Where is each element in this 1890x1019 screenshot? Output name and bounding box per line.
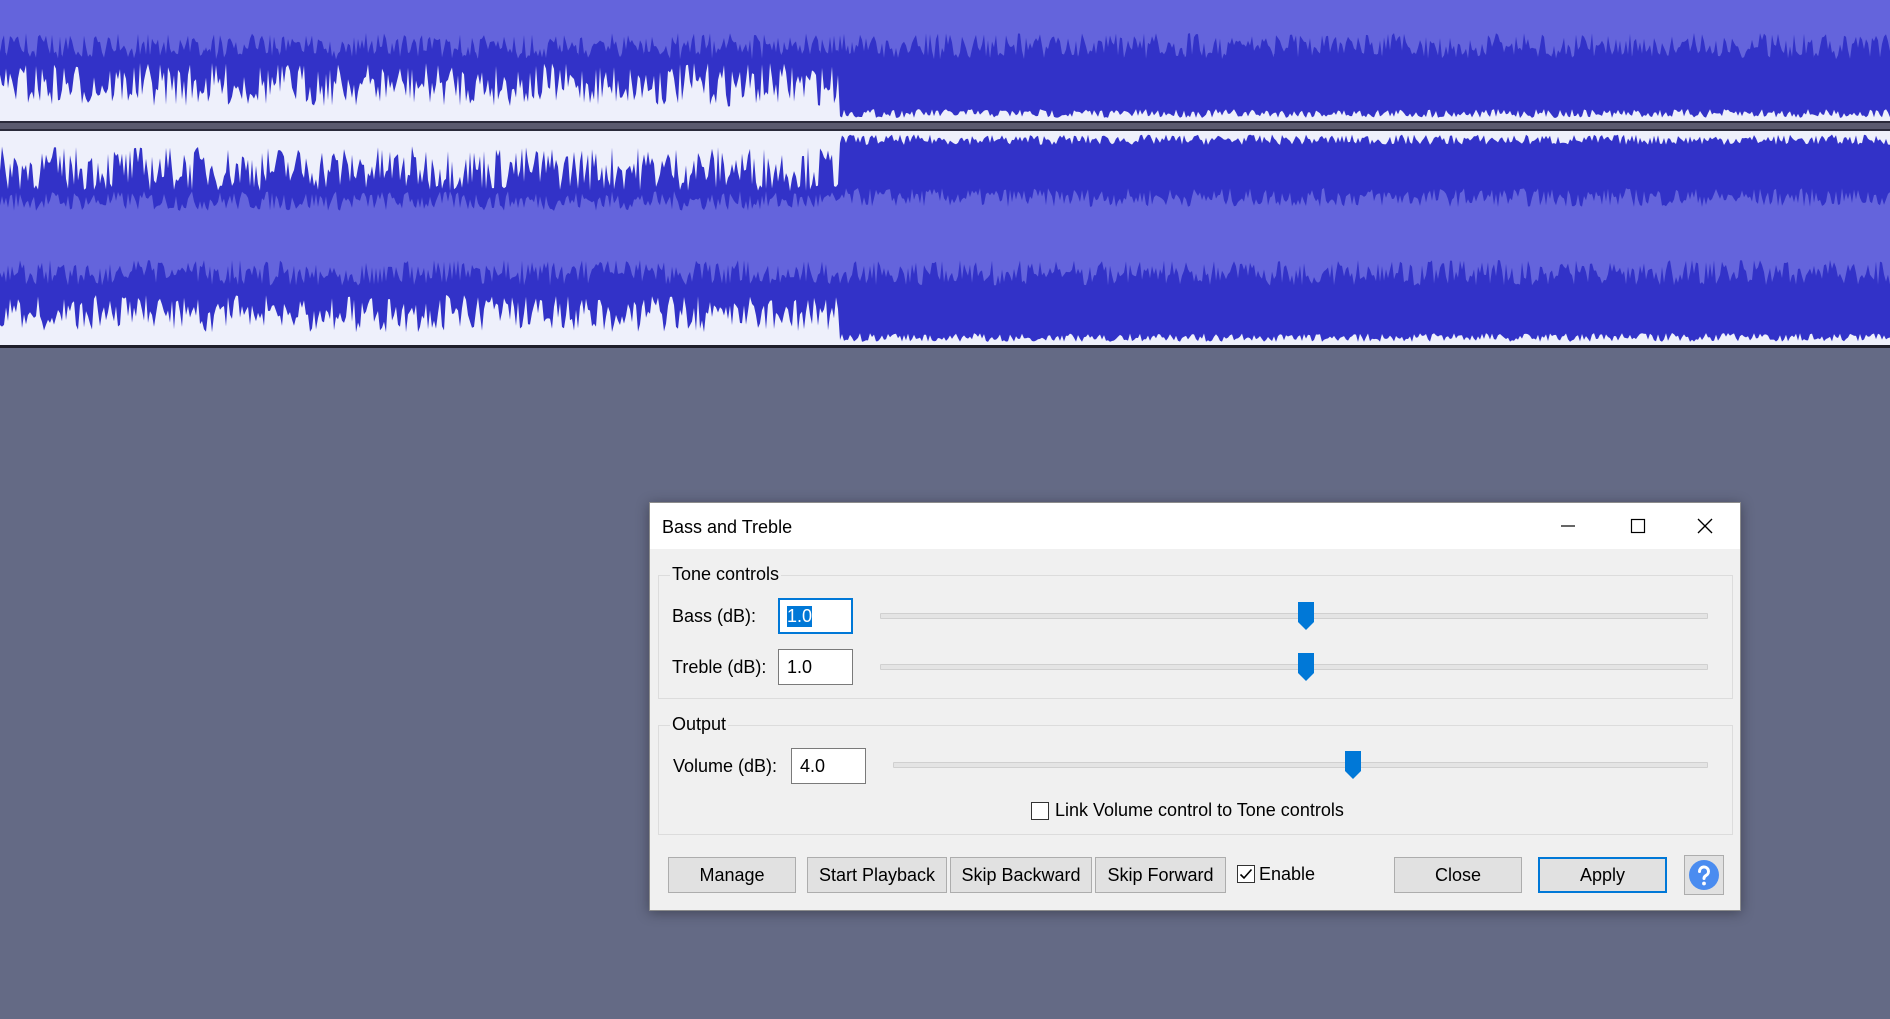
bass-slider[interactable] [880, 601, 1708, 631]
treble-slider[interactable] [880, 652, 1708, 682]
bass-label: Bass (dB): [672, 606, 757, 626]
enable-label[interactable]: Enable [1259, 864, 1315, 885]
close-button[interactable]: Close [1394, 857, 1522, 893]
output-title: Output [670, 714, 729, 735]
link-volume-label[interactable]: Link Volume control to Tone controls [1055, 800, 1344, 821]
maximize-button[interactable] [1603, 503, 1673, 549]
checkmark-icon [1239, 868, 1253, 880]
dialog-title: Bass and Treble [662, 517, 793, 537]
volume-input[interactable] [791, 748, 866, 784]
audio-track-waveform[interactable] [0, 0, 1890, 348]
treble-slider-track [880, 664, 1708, 670]
question-icon [1689, 860, 1719, 890]
treble-slider-thumb[interactable] [1297, 652, 1315, 682]
volume-label: Volume (dB): [673, 756, 778, 776]
minimize-button[interactable] [1533, 503, 1603, 549]
start-playback-button[interactable]: Start Playback [807, 857, 947, 893]
link-volume-checkbox[interactable] [1031, 802, 1049, 820]
enable-checkbox[interactable] [1237, 865, 1255, 883]
bass-treble-dialog: Bass and Treble Tone controls Bass (dB):… [649, 502, 1741, 911]
treble-input[interactable] [778, 649, 853, 685]
volume-slider-thumb[interactable] [1344, 750, 1362, 780]
treble-label: Treble (dB): [672, 657, 767, 677]
tone-controls-title: Tone controls [670, 564, 782, 585]
help-button[interactable] [1684, 855, 1724, 895]
channel-separator-line [0, 121, 1890, 123]
bass-input[interactable] [778, 598, 853, 634]
skip-forward-button[interactable]: Skip Forward [1095, 857, 1226, 893]
dialog-titlebar[interactable]: Bass and Treble [650, 503, 1740, 549]
track-bottom-border [0, 345, 1890, 348]
channel-separator-line-2 [0, 129, 1890, 131]
minimize-icon [1561, 525, 1575, 527]
bass-slider-thumb[interactable] [1297, 601, 1315, 631]
bass-slider-track [880, 613, 1708, 619]
volume-slider[interactable] [893, 750, 1708, 780]
manage-button[interactable]: Manage [668, 857, 796, 893]
volume-slider-track [893, 762, 1708, 768]
apply-button[interactable]: Apply [1538, 857, 1667, 893]
close-icon [1697, 518, 1713, 534]
skip-backward-button[interactable]: Skip Backward [950, 857, 1092, 893]
close-window-button[interactable] [1670, 503, 1740, 549]
maximize-icon [1630, 518, 1646, 534]
